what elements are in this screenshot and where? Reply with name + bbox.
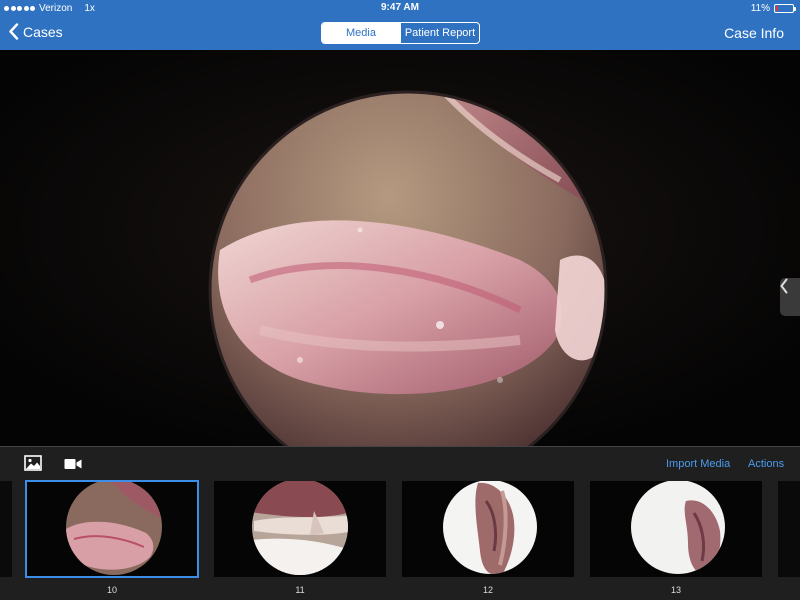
navigation-bar: Verizon 1x 9:47 AM 11% Cases Media Patie…	[0, 0, 800, 50]
battery-percent: 11%	[750, 3, 770, 14]
status-bar: Verizon 1x 9:47 AM 11%	[0, 0, 800, 17]
thumbnail-image	[252, 481, 348, 575]
thumbnail-image	[66, 481, 162, 575]
thumbnail-label: 11	[295, 585, 305, 595]
battery-info: 11%	[750, 3, 796, 14]
thumbnail-13[interactable]	[590, 481, 762, 577]
thumbnail-label: 10	[106, 585, 117, 595]
thumbnail-image	[631, 481, 725, 574]
thumbnail-partial-left[interactable]	[0, 481, 12, 577]
battery-icon	[774, 4, 796, 13]
back-to-cases-button[interactable]: Cases	[8, 23, 63, 40]
tab-media[interactable]: Media	[322, 23, 400, 43]
thumbnail-label: 13	[670, 585, 681, 595]
actions-link[interactable]: Actions	[748, 458, 784, 470]
thumbnail-label: 12	[482, 585, 493, 595]
clock: 9:47 AM	[381, 2, 419, 13]
chevron-left-icon	[9, 23, 19, 40]
thumbnail-partial-right[interactable]	[778, 481, 800, 577]
thumbnail-strip[interactable]: 10 11 12 13	[0, 480, 800, 600]
thumbnail-11[interactable]	[214, 481, 386, 577]
back-label: Cases	[23, 23, 63, 40]
photo-icon[interactable]	[24, 455, 42, 476]
tab-patient-report[interactable]: Patient Report	[400, 23, 479, 43]
thumbnail-12[interactable]	[402, 481, 574, 577]
thumbnail-10[interactable]	[25, 480, 199, 578]
media-viewer[interactable]	[0, 50, 800, 446]
side-panel-handle[interactable]	[780, 278, 800, 316]
view-segmented-control: Media Patient Report	[321, 22, 480, 44]
chevron-left-icon	[780, 278, 788, 294]
import-media-link[interactable]: Import Media	[666, 458, 730, 470]
media-toolbar: Import Media Actions	[0, 447, 800, 481]
case-info-button[interactable]: Case Info	[724, 25, 784, 41]
endoscopic-image	[0, 50, 800, 446]
video-camera-icon[interactable]	[64, 457, 82, 475]
thumbnail-image	[443, 481, 537, 574]
media-strip-panel: Import Media Actions 10 11 12 13	[0, 446, 800, 600]
